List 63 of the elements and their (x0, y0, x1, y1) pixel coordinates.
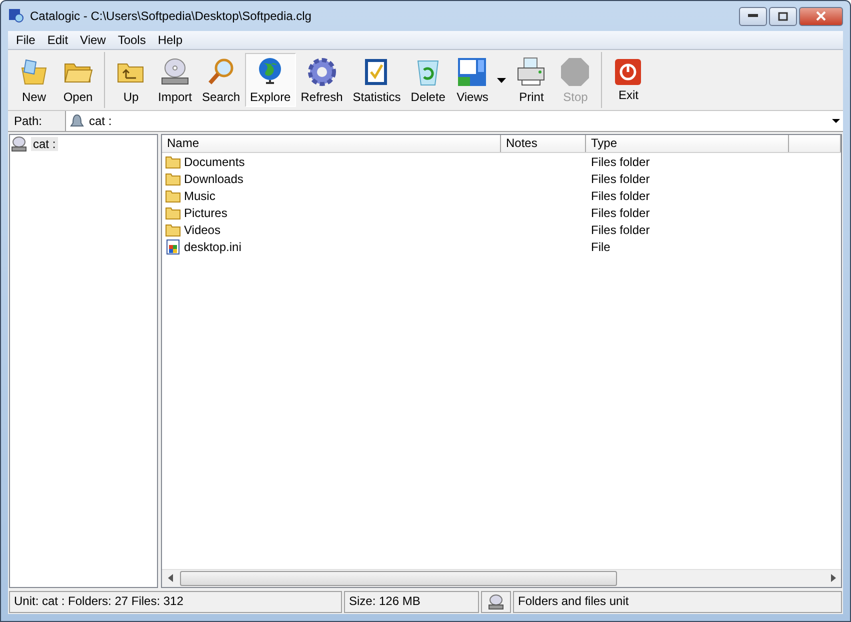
folder-icon (165, 154, 181, 168)
toolbar-button[interactable]: Refresh (296, 53, 348, 107)
column-header[interactable]: Notes (501, 135, 586, 152)
folder-icon (165, 206, 181, 220)
toolbar-button[interactable]: Delete (406, 53, 450, 107)
toolbar-button[interactable]: Exit (606, 55, 650, 105)
caret-icon (832, 119, 840, 123)
toolbar-button[interactable]: Statistics (348, 53, 406, 107)
bell-icon (70, 114, 84, 128)
tree-item[interactable]: cat : (31, 137, 58, 151)
file-name[interactable]: desktop.ini (184, 240, 242, 254)
close-button[interactable] (799, 6, 843, 26)
disc-drive-icon (11, 136, 27, 152)
file-type: Files folder (590, 206, 651, 220)
file-name[interactable]: Videos (184, 222, 220, 236)
minimize-icon (748, 14, 758, 18)
column-header[interactable]: Type (586, 135, 789, 152)
status-unit: Unit: cat : Folders: 27 Files: 312 (9, 591, 342, 613)
toolbar-button[interactable]: Views (450, 53, 494, 107)
power-icon (614, 58, 642, 86)
status-size: Size: 126 MB (344, 591, 479, 613)
maximize-button[interactable] (769, 6, 797, 26)
status-description: Folders and files unit (513, 591, 842, 613)
close-icon (815, 11, 827, 21)
menu-item[interactable]: Tools (112, 33, 152, 47)
file-type: Files folder (590, 172, 651, 186)
toolbar-button[interactable]: Import (153, 53, 198, 107)
menu-item[interactable]: View (74, 33, 112, 47)
window-layout-icon (456, 56, 488, 88)
disc-drive-icon (488, 594, 504, 610)
maximize-icon (778, 12, 788, 20)
menu-item[interactable]: Edit (41, 33, 74, 47)
folder-icon (165, 222, 181, 236)
toolbar-button[interactable]: Print (509, 53, 554, 107)
toolbar-button[interactable]: New (12, 53, 56, 107)
file-name[interactable]: Downloads (184, 172, 244, 186)
file-type: Files folder (590, 188, 651, 202)
file-name[interactable]: Documents (184, 154, 245, 168)
folder-icon (165, 172, 181, 186)
path-field[interactable]: cat : (66, 111, 843, 131)
right-arrow-icon (830, 574, 836, 582)
window-title: Catalogic - C:\Users\Softpedia\Desktop\Softpedia.clg (30, 9, 312, 23)
app-icon (8, 8, 24, 24)
file-type: Files folder (590, 154, 651, 168)
toolbar-button[interactable]: Explore (245, 53, 296, 107)
folder-icon (165, 188, 181, 202)
file-type: Files folder (590, 222, 651, 236)
printer-icon (515, 56, 548, 88)
toolbar-button[interactable]: Open (56, 53, 100, 107)
file-type: File (590, 240, 612, 254)
minimize-button[interactable] (739, 6, 767, 26)
file-name[interactable]: Music (184, 188, 216, 202)
file-name[interactable]: Pictures (184, 206, 228, 220)
menu-item[interactable]: Help (152, 33, 189, 47)
column-header[interactable]: Name (162, 135, 501, 152)
menu-item[interactable]: File (10, 33, 42, 47)
toolbar-button[interactable]: Up (109, 53, 153, 107)
left-arrow-icon (168, 574, 172, 582)
toolbar-button[interactable]: Search (197, 53, 246, 107)
gear-icon (306, 56, 338, 88)
stop-sign-icon (559, 56, 592, 88)
settings-file-icon (165, 238, 181, 254)
horizontal-scrollbar[interactable] (162, 569, 841, 587)
